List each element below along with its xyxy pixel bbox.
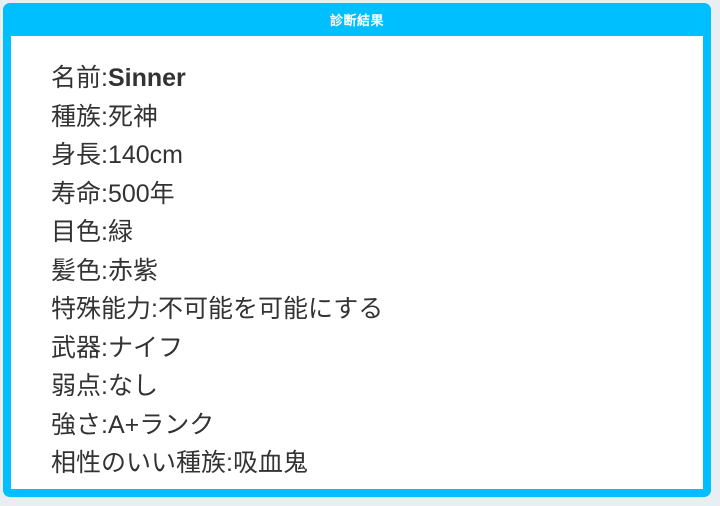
result-label: 髪色 [51, 256, 102, 285]
result-hair-color: 髪色:赤紫 [51, 252, 703, 291]
result-list: 名前:Sinner 種族:死神 身長:140cm 寿命:500年 目色:緑 髪色… [11, 36, 703, 489]
result-lifespan: 寿命:500年 [51, 175, 703, 214]
result-value: 死神 [107, 102, 158, 131]
result-value: A+ランク [107, 410, 215, 439]
result-separator: : [101, 256, 108, 285]
result-value: ナイフ [107, 333, 183, 362]
result-special-ability: 特殊能力:不可能を可能にする [51, 290, 703, 329]
result-separator: : [101, 218, 108, 246]
result-species: 種族:死神 [51, 98, 703, 137]
result-label: 強さ [51, 410, 102, 439]
result-separator: : [101, 179, 108, 208]
result-separator: : [101, 64, 108, 92]
result-label: 寿命 [51, 179, 102, 208]
result-value: 500年 [107, 179, 175, 208]
panel-title: 診断結果 [329, 13, 384, 28]
result-separator: : [101, 372, 108, 400]
result-separator: : [151, 295, 158, 323]
result-value: なし [107, 372, 158, 400]
result-separator: : [101, 333, 108, 362]
result-separator: : [101, 141, 108, 169]
result-eye-color: 目色:緑 [51, 213, 703, 252]
result-label: 身長 [51, 141, 102, 169]
result-value: 緑 [107, 218, 133, 246]
result-label: 目色 [51, 218, 102, 246]
result-label: 種族 [51, 102, 102, 131]
result-value: 140cm [107, 141, 184, 169]
result-separator: : [101, 102, 108, 131]
result-label: 特殊能力 [51, 295, 152, 323]
result-label: 弱点 [51, 372, 102, 400]
result-value: 吸血鬼 [232, 449, 308, 477]
diagnosis-result-panel: 診断結果 名前:Sinner 種族:死神 身長:140cm 寿命:500年 目色… [3, 3, 711, 497]
result-name: 名前:Sinner [51, 59, 703, 98]
result-height: 身長:140cm [51, 136, 703, 175]
result-value: 不可能を可能にする [157, 295, 384, 323]
result-weapon: 武器:ナイフ [51, 329, 703, 368]
result-label: 武器 [51, 333, 102, 362]
result-compatible-species: 相性のいい種族:吸血鬼 [51, 444, 703, 483]
result-weakness: 弱点:なし [51, 367, 703, 406]
result-value: Sinner [107, 64, 186, 92]
result-strength: 強さ:A+ランク [51, 406, 703, 445]
result-label: 名前 [51, 64, 102, 92]
result-separator: : [226, 449, 233, 477]
result-separator: : [101, 410, 108, 439]
result-label: 相性のいい種族 [51, 449, 227, 477]
result-value: 赤紫 [107, 256, 158, 285]
